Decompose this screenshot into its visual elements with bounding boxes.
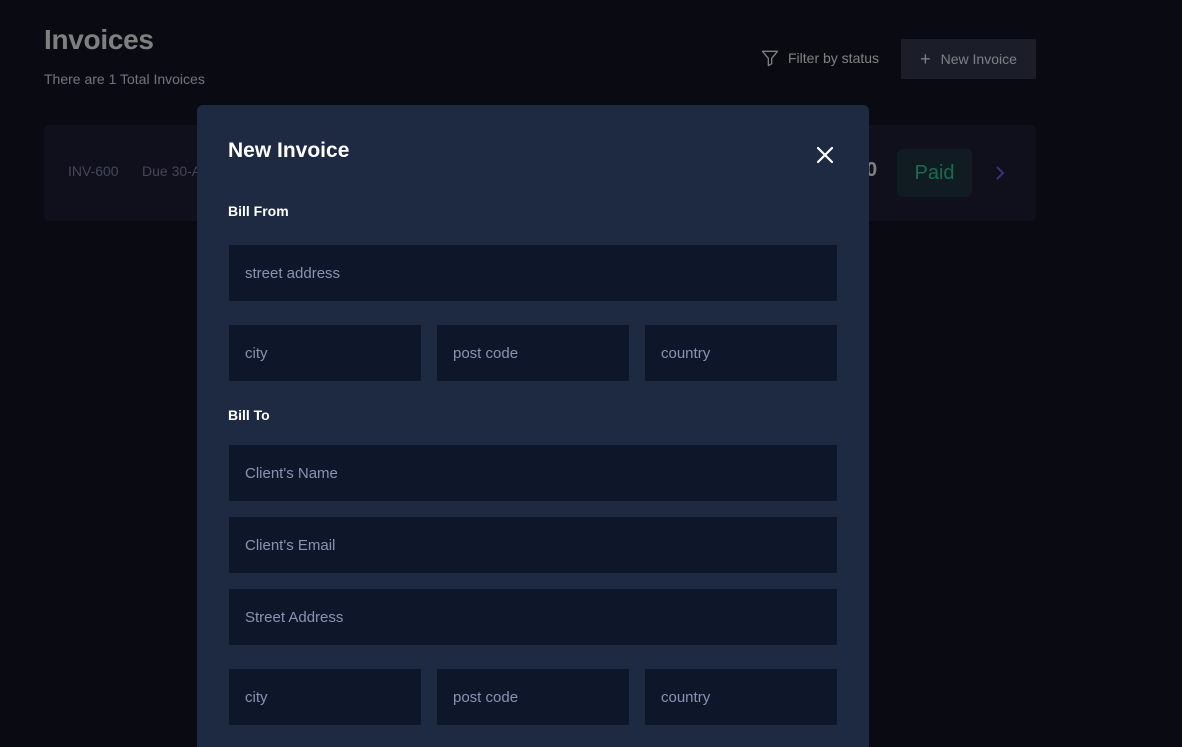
bill-from-city-input[interactable] xyxy=(229,325,421,381)
bill-to-street-input[interactable] xyxy=(229,589,837,645)
modal-title: New Invoice xyxy=(228,139,350,162)
new-invoice-modal: New Invoice Bill From Bill To xyxy=(197,105,869,747)
bill-from-heading: Bill From xyxy=(228,203,289,219)
bill-to-postcode-input[interactable] xyxy=(437,669,629,725)
bill-to-city-input[interactable] xyxy=(229,669,421,725)
client-email-input[interactable] xyxy=(229,517,837,573)
bill-from-country-input[interactable] xyxy=(645,325,837,381)
client-name-input[interactable] xyxy=(229,445,837,501)
close-icon[interactable] xyxy=(813,143,837,167)
bill-to-heading: Bill To xyxy=(228,407,270,423)
bill-from-postcode-input[interactable] xyxy=(437,325,629,381)
bill-to-country-input[interactable] xyxy=(645,669,837,725)
invoices-page: Invoices There are 1 Total Invoices Filt… xyxy=(0,0,1182,747)
bill-from-street-input[interactable] xyxy=(229,245,837,301)
